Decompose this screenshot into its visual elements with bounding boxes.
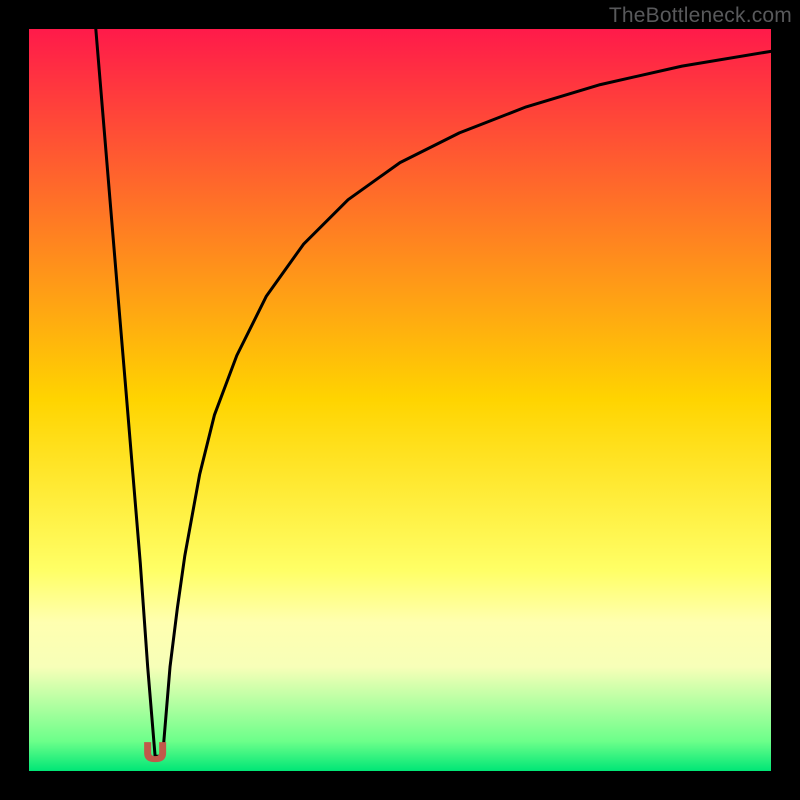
- chart-svg: [29, 29, 771, 771]
- plot-area: [29, 29, 771, 771]
- gradient-background: [29, 29, 771, 771]
- watermark-label: TheBottleneck.com: [609, 4, 792, 28]
- chart-frame: TheBottleneck.com: [0, 0, 800, 800]
